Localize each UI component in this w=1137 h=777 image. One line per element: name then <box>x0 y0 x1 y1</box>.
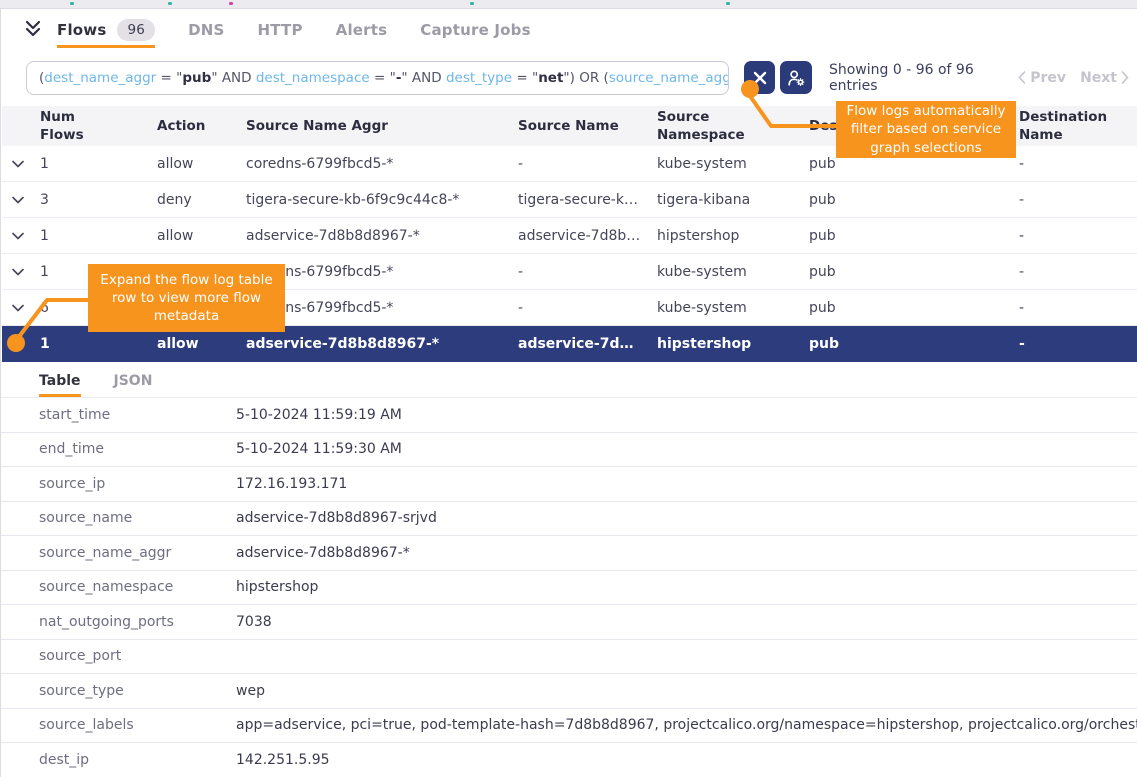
table-row[interactable]: 6allow coredns-6799fbcd5-*- kube-systemp… <box>2 290 1137 326</box>
flow-table-header: Num Flows Action Source Name Aggr Source… <box>2 106 1137 146</box>
tab-flows[interactable]: Flows 96 <box>57 10 155 48</box>
query-token: " AND <box>401 70 446 86</box>
flow-table: Num Flows Action Source Name Aggr Source… <box>1 106 1137 362</box>
col-header-source-name: Source Name <box>518 117 657 135</box>
query-token: net <box>538 70 563 86</box>
detail-row: source_typewep <box>1 674 1137 709</box>
detail-row: source_labelsapp=adservice, pci=true, po… <box>1 709 1137 744</box>
filter-bar: ( dest_name_aggr = " pub " AND dest_name… <box>1 49 1137 106</box>
chevron-down-icon[interactable] <box>12 304 24 312</box>
graph-fragment <box>726 2 730 5</box>
col-header-source-namespace: Source Namespace <box>657 108 809 144</box>
user-gear-icon <box>786 68 806 88</box>
graph-fragment <box>470 2 474 5</box>
tab-flows-label: Flows <box>57 21 106 39</box>
detail-tab-json[interactable]: JSON <box>114 373 153 397</box>
detail-row: dest_ip142.251.5.95 <box>1 743 1137 777</box>
detail-row: source_nameadservice-7d8b8d8967-srjvd <box>1 502 1137 537</box>
chevron-down-icon[interactable] <box>12 340 24 348</box>
detail-tab-table[interactable]: Table <box>39 373 81 397</box>
pagination-summary: Showing 0 - 96 of 96 entries <box>829 62 1018 94</box>
query-token: = <box>370 70 390 86</box>
tab-dns[interactable]: DNS <box>188 12 224 46</box>
detail-row: source_ip172.16.193.171 <box>1 467 1137 502</box>
col-header-source-name-aggr: Source Name Aggr <box>246 117 518 135</box>
close-icon <box>753 71 767 85</box>
col-header-action: Action <box>157 117 246 135</box>
chevron-down-icon[interactable] <box>12 160 24 168</box>
table-row[interactable]: 3deny tigera-secure-kb-6f9c9c44c8-*tiger… <box>2 182 1137 218</box>
col-header-dest-name-aggr: Dest Name Aggr <box>809 117 1019 135</box>
detail-row: end_time5-10-2024 11:59:30 AM <box>1 433 1137 468</box>
table-row[interactable]: 1allow coredns-6799fbcd5-*- kube-systemp… <box>2 254 1137 290</box>
double-chevron-down-icon[interactable] <box>23 19 43 39</box>
clear-filter-button[interactable] <box>744 61 776 94</box>
chevron-down-icon[interactable] <box>12 268 24 276</box>
col-header-num-flows: Num Flows <box>40 108 157 144</box>
detail-row: source_port <box>1 640 1137 675</box>
detail-row: start_time5-10-2024 11:59:19 AM <box>1 398 1137 433</box>
flows-count-badge: 96 <box>117 19 155 41</box>
chevron-left-icon <box>1018 71 1026 84</box>
query-token: dest_type <box>446 70 512 86</box>
query-token: dest_name_aggr <box>44 70 156 86</box>
detail-row: nat_outgoing_ports7038 <box>1 605 1137 640</box>
query-token: pub <box>182 70 211 86</box>
chevron-down-icon[interactable] <box>12 232 24 240</box>
filter-query-input[interactable]: ( dest_name_aggr = " pub " AND dest_name… <box>26 61 729 95</box>
flow-detail-section: Table JSON start_time5-10-2024 11:59:19 … <box>1 362 1137 777</box>
table-row[interactable]: 1allow adservice-7d8b8d8967-*adservice-7… <box>2 218 1137 254</box>
flow-logs-panel: Flows 96 DNS HTTP Alerts Capture Jobs ( … <box>0 0 1137 777</box>
log-tabs-bar: Flows 96 DNS HTTP Alerts Capture Jobs <box>1 9 1137 49</box>
table-row[interactable]: 1allow coredns-6799fbcd5-*- kube-systemp… <box>2 146 1137 182</box>
page-top-strip <box>0 0 1137 8</box>
graph-fragment <box>70 2 74 5</box>
prev-page-button[interactable]: Prev <box>1018 70 1066 86</box>
query-token: dest_namespace <box>256 70 370 86</box>
user-settings-button[interactable] <box>780 61 812 94</box>
tab-capture-jobs[interactable]: Capture Jobs <box>420 12 530 46</box>
detail-tabs: Table JSON <box>1 362 1137 398</box>
chevron-right-icon <box>1121 71 1129 84</box>
query-token: = <box>512 70 532 86</box>
query-token: ") OR ( <box>563 70 608 86</box>
graph-fragment <box>229 2 233 5</box>
tab-alerts[interactable]: Alerts <box>336 12 388 46</box>
chevron-down-icon[interactable] <box>12 196 24 204</box>
query-token: " AND <box>211 70 256 86</box>
pagination-controls: Prev Next <box>1018 70 1129 86</box>
table-row-selected[interactable]: 1allow adservice-7d8b8d8967-*adservice-7… <box>2 326 1137 362</box>
graph-fragment <box>168 2 172 5</box>
col-header-destination-name: Destination Name <box>1019 108 1137 144</box>
detail-row: source_name_aggradservice-7d8b8d8967-* <box>1 536 1137 571</box>
tab-http[interactable]: HTTP <box>258 12 303 46</box>
query-token: = <box>156 70 176 86</box>
detail-row: source_namespacehipstershop <box>1 571 1137 606</box>
next-page-button[interactable]: Next <box>1080 70 1129 86</box>
